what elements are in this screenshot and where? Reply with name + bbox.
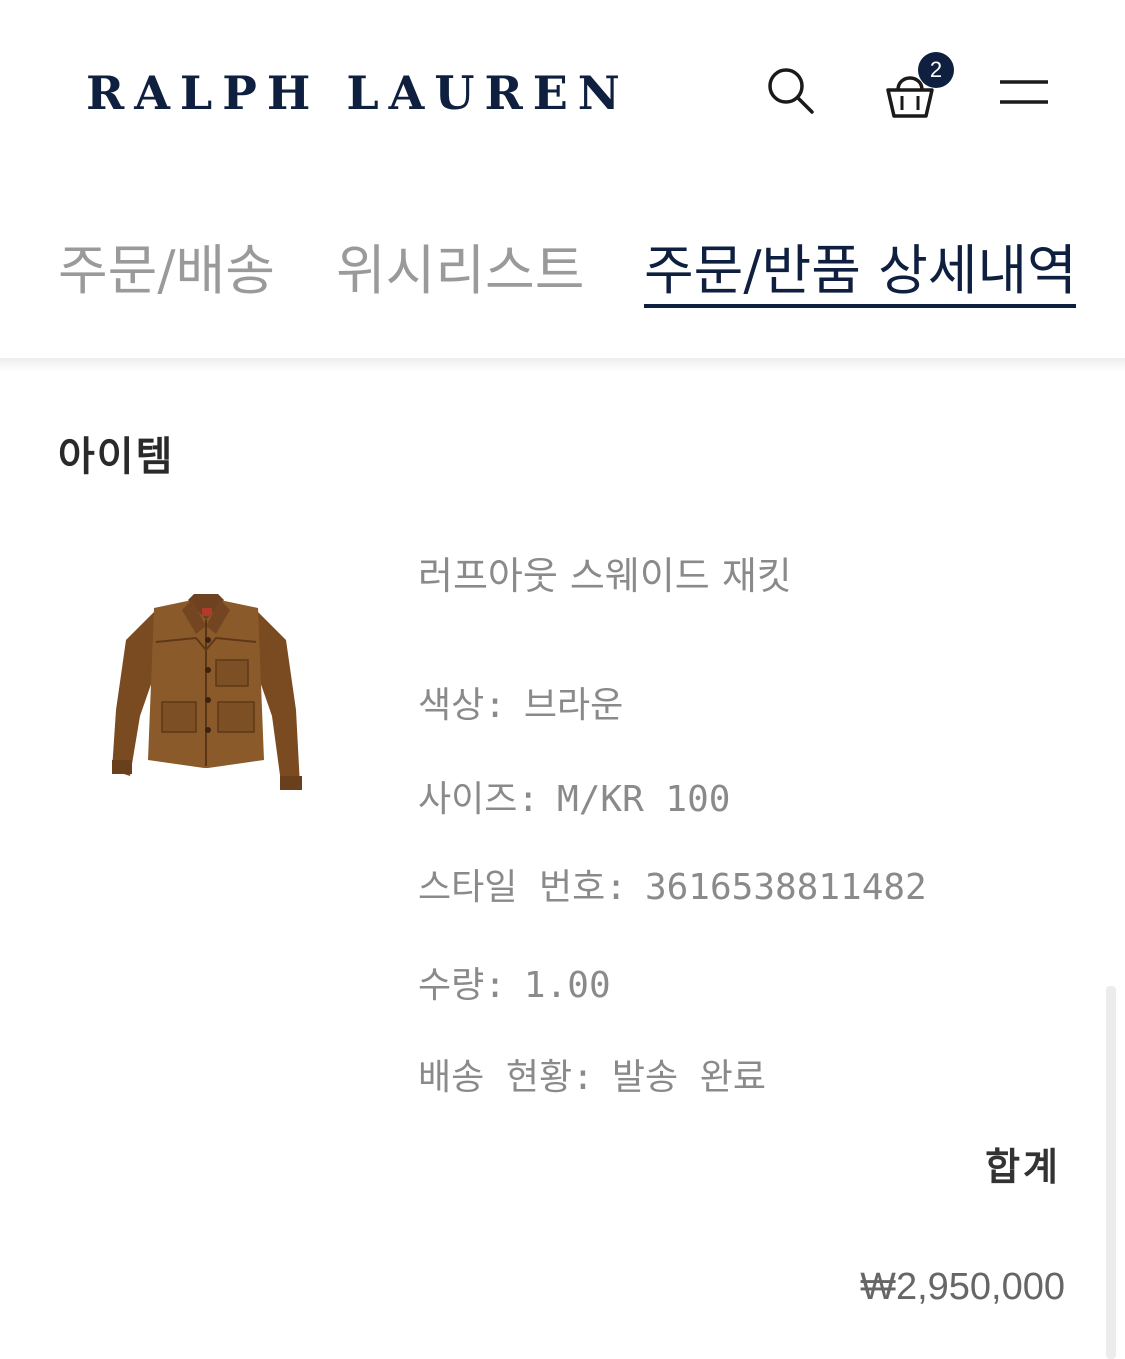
search-button[interactable]	[762, 62, 818, 118]
shipping-status-label: 배송 현황:	[418, 1057, 594, 1098]
color-label: 색상:	[418, 685, 506, 726]
account-tabs: 주문/배송 위시리스트 주문/반품 상세내역	[0, 200, 1125, 360]
quantity-label: 수량:	[418, 965, 506, 1006]
order-detail-page: RALPH LAUREN 2 주문/배송 위시리스트 주문/반품 상세내역 아이…	[0, 0, 1125, 1359]
tab-wishlist[interactable]: 위시리스트	[336, 238, 584, 304]
site-header: RALPH LAUREN 2	[0, 0, 1125, 180]
menu-button[interactable]	[996, 70, 1052, 114]
style-number-label: 스타일 번호:	[418, 867, 627, 908]
color-value: 브라운	[523, 685, 624, 726]
size-label: 사이즈:	[418, 779, 540, 820]
total-label: 합계	[985, 1145, 1061, 1189]
shipping-status-value: 발송 완료	[611, 1057, 766, 1098]
brand-logo[interactable]: RALPH LAUREN	[86, 66, 630, 120]
scrollbar[interactable]	[1106, 986, 1116, 1359]
cart-button[interactable]: 2	[880, 52, 960, 118]
jacket-image	[112, 594, 302, 790]
size-row: 사이즈: M/KR 100	[418, 770, 730, 822]
menu-icon	[1000, 80, 1048, 104]
tab-order-return-details[interactable]: 주문/반품 상세내역	[644, 238, 1077, 304]
product-name[interactable]: 러프아웃 스웨이드 재킷	[418, 545, 792, 600]
size-value: M/KR 100	[557, 779, 731, 820]
color-row: 색상: 브라운	[418, 676, 623, 728]
style-number-row: 스타일 번호: 3616538811482	[418, 858, 927, 910]
active-tab-underline	[644, 304, 1076, 308]
search-icon	[768, 68, 814, 114]
quantity-row: 수량: 1.00	[418, 956, 611, 1008]
total-price: ₩2,950,000	[860, 1266, 1065, 1308]
product-image[interactable]	[96, 590, 316, 800]
tab-orders-shipping[interactable]: 주문/배송	[58, 238, 275, 304]
cart-count-badge: 2	[918, 52, 954, 88]
items-section-title: 아이템	[58, 434, 175, 480]
style-number-value: 3616538811482	[644, 867, 927, 908]
tabs-divider	[0, 358, 1125, 372]
quantity-value: 1.00	[523, 965, 611, 1006]
shipping-status-row: 배송 현황: 발송 완료	[418, 1048, 766, 1100]
